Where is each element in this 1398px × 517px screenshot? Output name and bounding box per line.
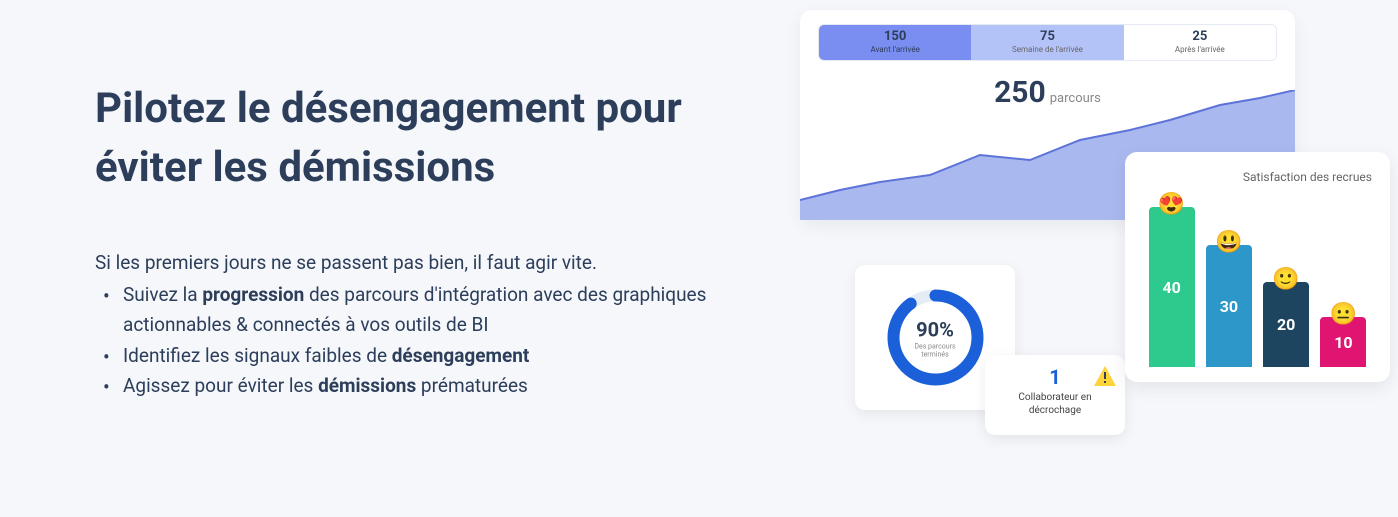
tab-semaine-value: 75 [971,29,1123,44]
intro-text: Si les premiers jours ne se passent pas … [95,248,720,278]
bar-2-value: 30 [1220,297,1238,316]
bar-1: 40 [1149,207,1195,367]
alert-text: Collaborateur en décrochage [995,391,1115,417]
donut-chart: 90% Des parcours terminés [883,285,988,390]
tab-apres-value: 25 [1124,29,1276,44]
dashboard-visuals: 150 Avant l'arrivée 75 Semaine de l'arri… [760,0,1398,517]
bar-2: 30 [1206,245,1252,367]
bullet-3-bold: démissions [318,374,416,397]
smile-emoji-icon: 🙂 [1272,267,1299,292]
bar-col-4: 😐 10 [1320,302,1366,367]
grin-emoji-icon: 😃 [1215,230,1242,255]
bar-4-value: 10 [1334,333,1352,352]
tab-avant-value: 150 [819,29,971,44]
satisfaction-title: Satisfaction des recrues [1143,170,1372,184]
bar-3: 20 [1263,282,1309,367]
tab-avant-label: Avant l'arrivée [819,45,971,54]
bar-col-3: 🙂 20 [1263,267,1309,367]
tab-apres[interactable]: 25 Après l'arrivée [1124,25,1276,60]
bullet-list: Suivez la progression des parcours d'int… [95,280,720,402]
bar-1-value: 40 [1162,278,1180,297]
bullet-1-pre: Suivez la [123,283,202,306]
donut-label: Des parcours terminés [909,342,962,358]
bar-col-1: 😍 40 [1149,192,1195,367]
neutral-emoji-icon: 😐 [1330,302,1357,327]
bullet-1: Suivez la progression des parcours d'int… [95,280,720,341]
heart-eyes-emoji-icon: 😍 [1158,192,1185,217]
bullet-2-pre: Identifiez les signaux faibles de [123,344,392,367]
bullet-3-pre: Agissez pour éviter les [123,374,318,397]
bullet-3: Agissez pour éviter les démissions préma… [95,371,720,401]
bar-3-value: 20 [1277,315,1295,334]
bullet-3-post: prématurées [416,374,528,397]
page-heading: Pilotez le désengagement pour éviter les… [95,80,720,198]
satisfaction-bars: 😍 40 😃 30 🙂 20 😐 10 [1143,192,1372,367]
donut-percentage: 90% [909,317,962,341]
alert-card: 1 Collaborateur en décrochage [985,355,1125,435]
tab-apres-label: Après l'arrivée [1124,45,1276,54]
bullet-2-bold: désengagement [392,344,530,367]
tab-semaine[interactable]: 75 Semaine de l'arrivée [971,25,1123,60]
bar-col-2: 😃 30 [1206,230,1252,367]
bullet-2: Identifiez les signaux faibles de déseng… [95,341,720,371]
tab-semaine-label: Semaine de l'arrivée [971,45,1123,54]
satisfaction-card: Satisfaction des recrues 😍 40 😃 30 🙂 20 … [1125,152,1390,382]
stage-tabs: 150 Avant l'arrivée 75 Semaine de l'arri… [818,24,1277,61]
warning-icon [1093,365,1117,387]
content-left: Pilotez le désengagement pour éviter les… [0,0,760,517]
tab-avant[interactable]: 150 Avant l'arrivée [819,25,971,60]
bullet-1-bold: progression [202,283,304,306]
